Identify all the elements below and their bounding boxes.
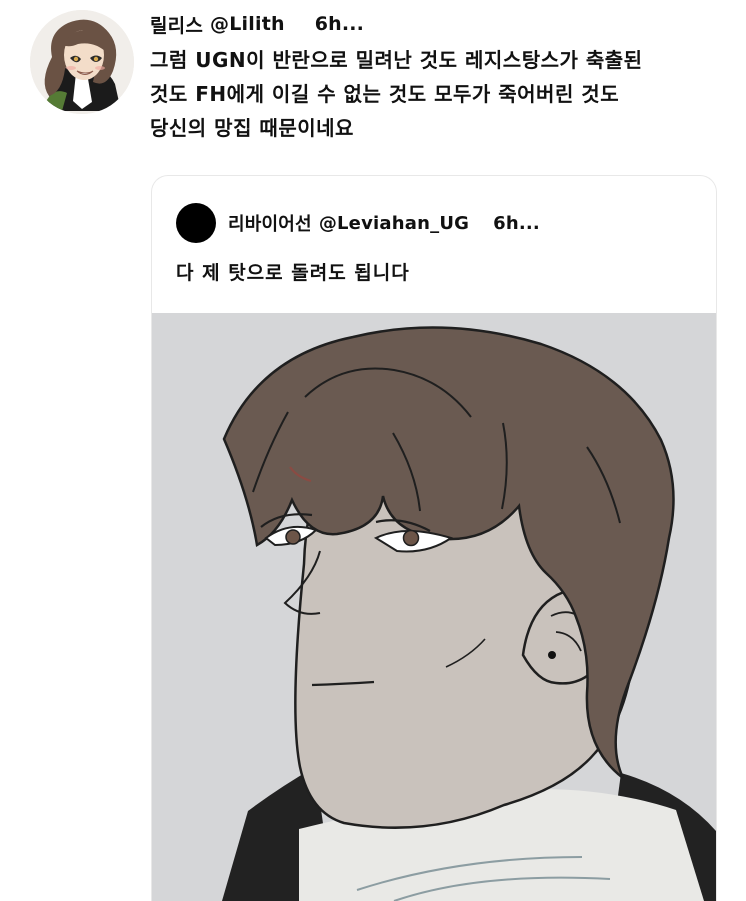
black-circle-avatar[interactable] (176, 203, 216, 243)
user-avatar-illustration[interactable] (30, 10, 134, 114)
quoted-tweet-card[interactable]: 리바이어선 @Leviahan_UG 6h... 다 제 탓으로 돌려도 됩니다 (151, 175, 717, 901)
quoted-tweet-header: 리바이어선 @Leviahan_UG 6h... (228, 207, 540, 239)
quoted-display-name[interactable]: 리바이어선 (228, 210, 312, 236)
display-name[interactable]: 릴리스 (150, 11, 203, 38)
timestamp[interactable]: 6h... (315, 13, 364, 35)
quoted-user-handle[interactable]: @Leviahan_UG (319, 213, 469, 234)
tweet-header: 릴리스 @Lilith 6h... (150, 8, 364, 40)
tweet: 릴리스 @Lilith 6h... 그럼 UGN이 반란으로 밀려난 것도 레지… (0, 0, 746, 901)
tweet-text: 그럼 UGN이 반란으로 밀려난 것도 레지스탕스가 축출된 것도 FH에게 이… (150, 48, 643, 140)
quoted-tweet-text: 다 제 탓으로 돌려도 됩니다 (176, 262, 410, 284)
quoted-timestamp[interactable]: 6h... (493, 213, 540, 234)
user-handle[interactable]: @Lilith (210, 13, 285, 35)
illustration-image[interactable] (152, 313, 716, 901)
